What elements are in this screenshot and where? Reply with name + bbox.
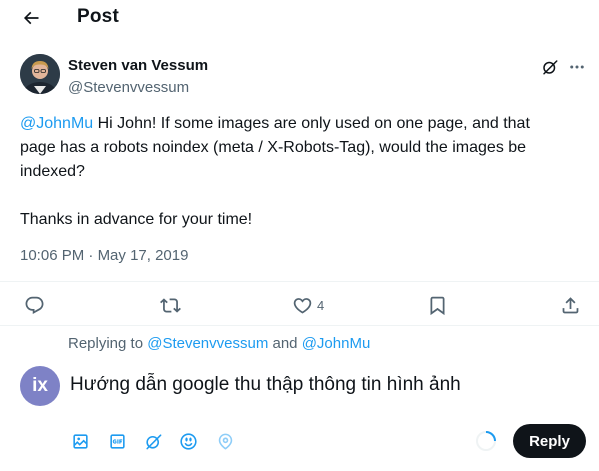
emoji-button[interactable] [177,430,199,452]
timestamp-date[interactable]: May 17, 2019 [98,247,189,264]
author-handle[interactable]: @Stevenvvessum [68,79,189,96]
reply-button[interactable]: Reply [513,424,586,458]
like-count: 4 [317,297,325,313]
bookmark-icon [430,296,445,315]
share-action-button[interactable] [560,293,581,317]
mention-link[interactable]: @Stevenvvessum [147,335,268,352]
image-icon [72,433,88,449]
gif-button[interactable] [106,430,128,452]
timestamp-separator: · [84,247,98,264]
like-action-button[interactable]: 4 [292,293,324,317]
character-count-ring [475,430,497,452]
tweet-text-line: Hi John! If some images are only used on… [93,115,530,132]
bookmark-action-button[interactable] [427,293,448,317]
mention-link[interactable]: @JohnMu [20,115,93,132]
page-title: Post [77,6,119,27]
more-options-button[interactable] [566,56,588,78]
gif-icon [109,433,125,449]
reply-action-button[interactable] [24,293,45,317]
divider [0,281,599,282]
grok-icon [145,433,161,449]
tweet-text-line: Thanks in advance for your time! [20,211,253,228]
progress-ring-icon [476,431,496,451]
author-name[interactable]: Steven van Vessum [68,57,208,74]
repost-action-button[interactable] [160,293,181,317]
location-pin-icon [218,433,232,450]
location-button[interactable] [214,430,236,452]
tweet-text-line: page has a robots noindex (meta / X-Robo… [20,139,527,156]
reply-input[interactable]: Hướng dẫn google thu thập thông tin hình… [70,374,461,396]
reply-avatar[interactable]: ix [20,366,60,406]
repost-icon [160,297,181,313]
replying-to-prefix: Replying to [68,335,148,352]
mention-link[interactable]: @JohnMu [302,335,371,352]
more-horizontal-icon [570,65,584,69]
tweet-text: @JohnMu Hi John! If some images are only… [20,112,580,232]
reply-icon [25,296,44,314]
grok-button[interactable] [539,56,561,78]
heart-icon [293,297,312,314]
tweet-text-line: indexed? [20,163,85,180]
media-button[interactable] [69,430,91,452]
tweet-timestamp[interactable]: 10:06 PM · May 17, 2019 [20,247,188,264]
grok-icon [543,60,558,75]
replying-to-and: and [268,335,302,352]
timestamp-time[interactable]: 10:06 PM [20,247,84,264]
share-icon [562,296,579,313]
back-button[interactable] [16,4,46,32]
emoji-icon [179,432,197,450]
divider [0,325,599,326]
replying-to: Replying to @Stevenvvessum and @JohnMu [68,335,370,352]
page-header: Post [0,0,599,37]
avatar[interactable] [20,54,60,94]
profile-photo [20,54,60,94]
grok-compose-button[interactable] [142,430,164,452]
arrow-left-icon [23,11,39,25]
